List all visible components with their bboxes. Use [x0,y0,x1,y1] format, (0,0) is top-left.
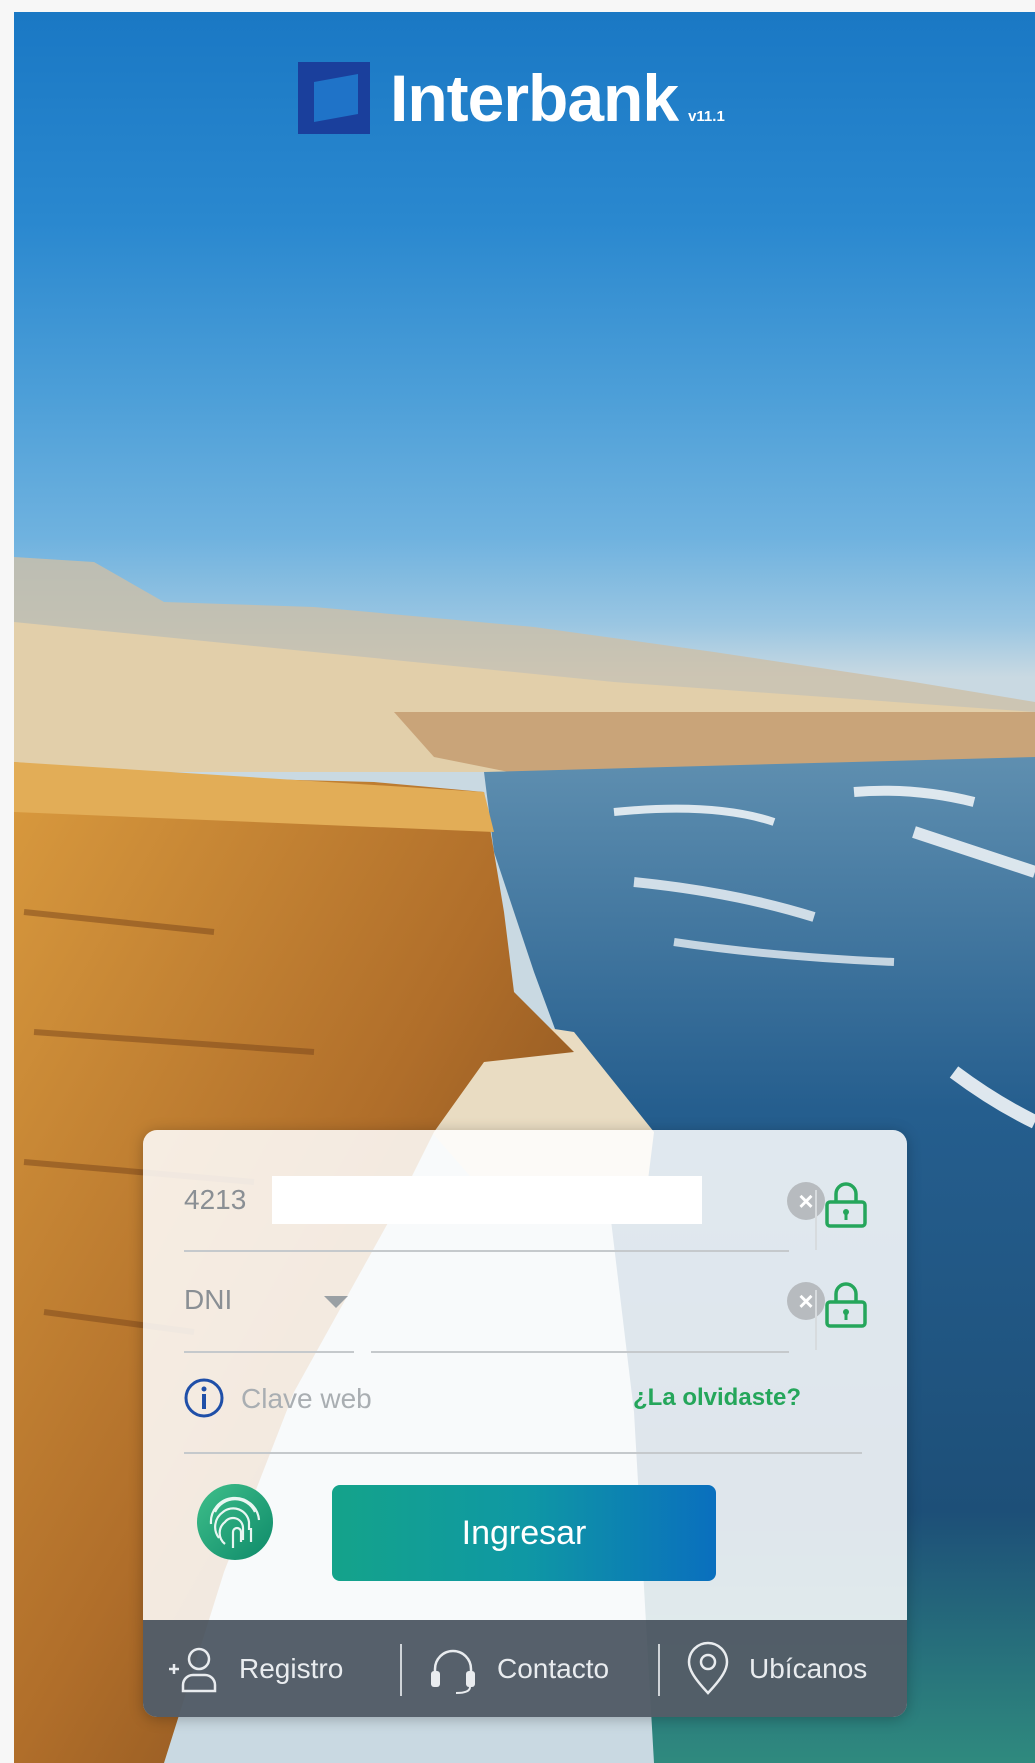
contact-label: Contacto [497,1652,610,1684]
document-field-divider [815,1290,817,1350]
clear-card-icon[interactable]: × [787,1182,825,1220]
location-pin-icon [687,1641,729,1695]
document-type-underline [184,1351,354,1353]
forgot-password-link[interactable]: ¿La olvidaste? [633,1384,801,1412]
brand-logo: Interbank v11.1 [298,60,725,135]
locate-us-label: Ubícanos [749,1652,868,1684]
fingerprint-icon[interactable] [195,1482,275,1562]
chevron-down-icon [324,1296,348,1308]
card-number-mask [272,1176,702,1224]
login-card: 4213 × DNI × Clave web ¿La olvidaste? In… [143,1130,907,1717]
clear-document-icon[interactable]: × [787,1282,825,1320]
locate-us-button[interactable]: Ubícanos [683,1620,867,1717]
info-icon[interactable] [184,1378,224,1418]
bottom-divider [400,1644,402,1696]
card-number-value: 4213 [184,1184,247,1215]
bottom-action-bar: Registro Contacto Ubícanos [143,1620,907,1717]
interbank-logo-icon [298,61,370,134]
save-document-lock-icon[interactable] [825,1282,867,1328]
register-button[interactable]: Registro [167,1620,343,1717]
contact-button[interactable]: Contacto [425,1620,609,1717]
password-underline [184,1452,862,1454]
document-type-value: DNI [184,1284,233,1315]
register-label: Registro [239,1652,344,1684]
document-type-select[interactable]: DNI × [184,1270,825,1330]
card-number-field[interactable]: 4213 × [184,1170,825,1230]
add-user-icon [169,1647,217,1692]
bottom-divider [658,1644,660,1696]
card-field-underline [184,1250,789,1252]
brand-name: Interbank [390,60,679,135]
password-field[interactable]: Clave web [241,1383,372,1415]
card-field-divider [815,1190,817,1250]
save-card-lock-icon[interactable] [825,1182,867,1228]
headset-icon [431,1649,475,1694]
login-screen: Interbank v11.1 4213 × DNI × Clave web ¿… [14,12,1035,1763]
app-version: v11.1 [688,108,725,125]
login-button[interactable]: Ingresar [332,1485,716,1581]
document-number-underline [371,1351,789,1353]
